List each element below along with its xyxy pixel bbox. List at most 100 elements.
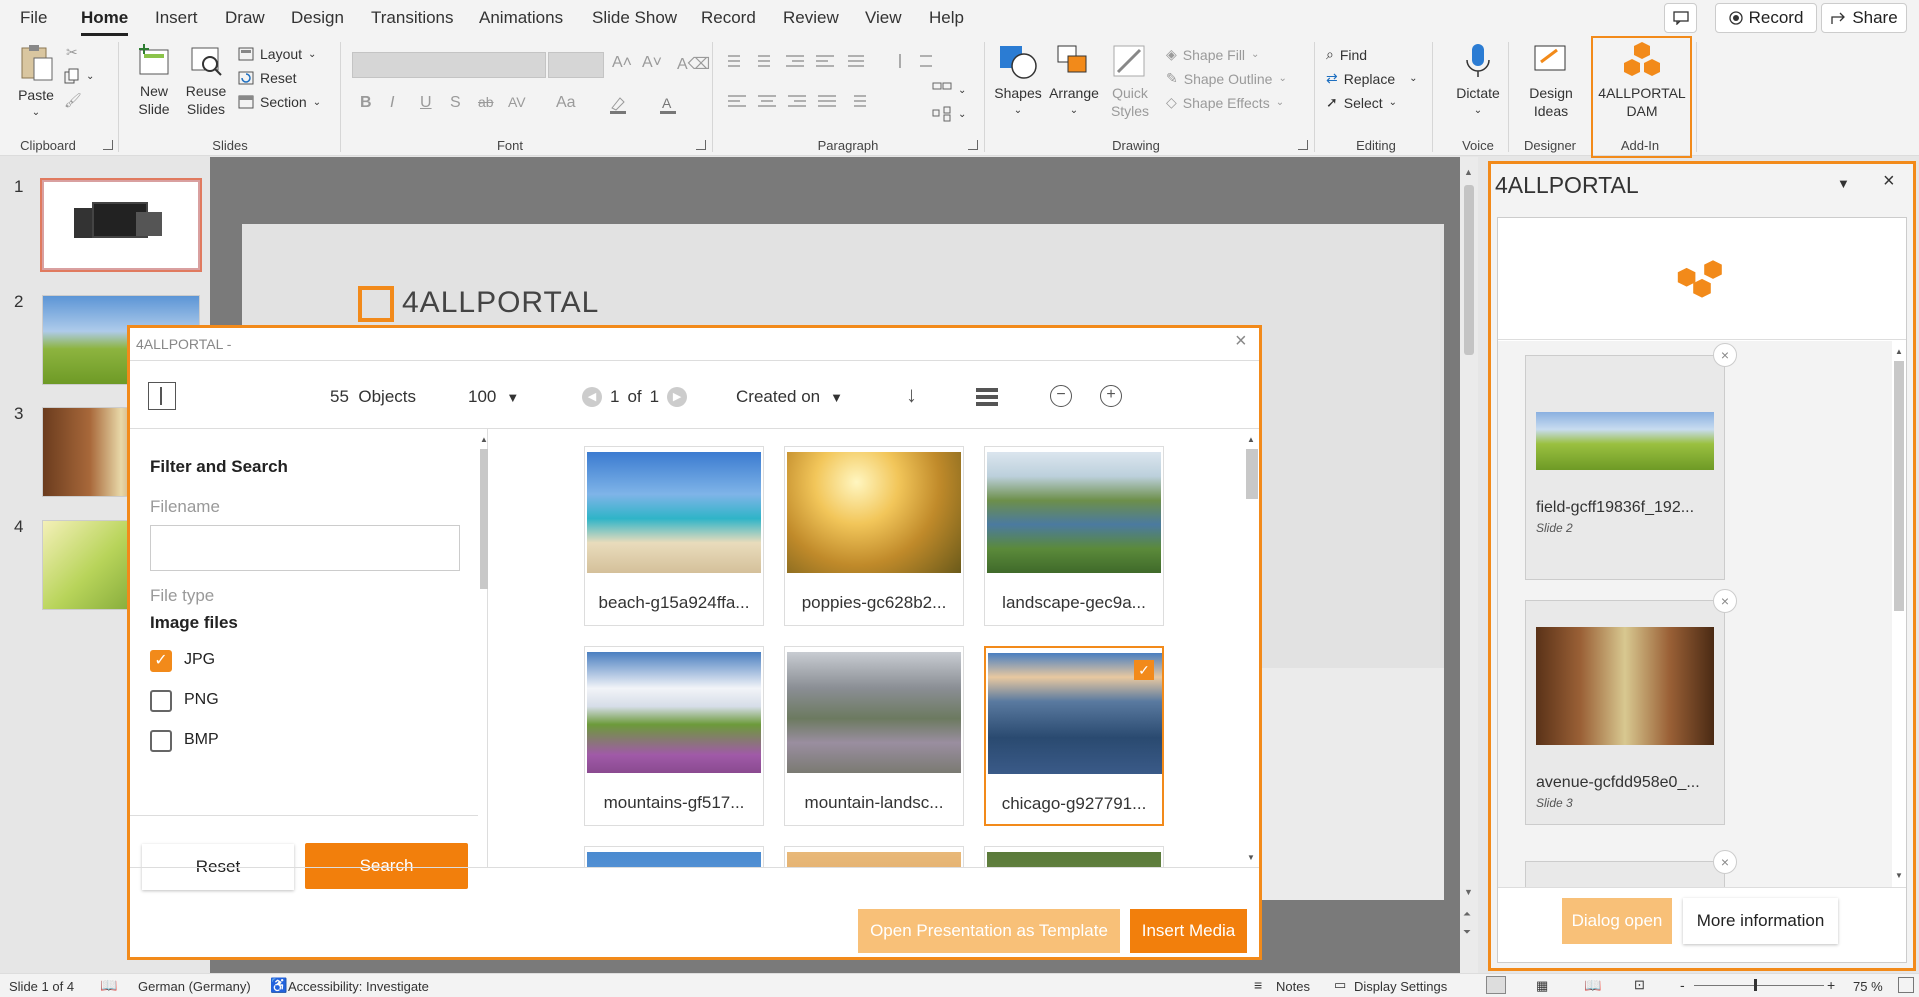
scrollbar-thumb[interactable] — [1894, 361, 1904, 611]
increase-font-button[interactable]: A˄ — [612, 54, 632, 72]
pane-scrollbar[interactable]: ▲ ▼ — [1892, 341, 1906, 887]
next-slide-icon[interactable]: ⏷ — [1463, 927, 1471, 938]
highlight-button[interactable] — [608, 94, 628, 114]
media-card-mountain-landscape[interactable]: mountain-landsc... — [784, 646, 964, 826]
remove-item-icon[interactable]: × — [1713, 850, 1737, 874]
reuse-slides-button[interactable]: Reuse Slides — [184, 42, 228, 118]
sidebar-toggle-icon[interactable] — [148, 382, 176, 410]
slide-sorter-icon[interactable]: ▦ — [1536, 978, 1548, 994]
dialog-close-icon[interactable]: × — [1235, 330, 1247, 353]
insert-media-button[interactable]: Insert Media — [1130, 909, 1247, 953]
find-button[interactable]: ⌕ Find — [1326, 46, 1367, 63]
shape-effects-button[interactable]: ◇ Shape Effects ⌄ — [1166, 94, 1284, 111]
pane-item-partial[interactable] — [1525, 861, 1725, 887]
tab-record[interactable]: Record — [701, 8, 756, 28]
character-spacing-button[interactable]: AV — [508, 94, 526, 110]
display-settings-button[interactable]: Display Settings — [1354, 979, 1447, 994]
tab-slide-show[interactable]: Slide Show — [592, 8, 677, 28]
format-painter-button[interactable]: 🖌 — [64, 92, 82, 109]
comments-button[interactable] — [1664, 3, 1697, 33]
zoom-out-icon[interactable]: − — [1050, 385, 1072, 407]
more-information-button[interactable]: More information — [1683, 898, 1838, 944]
decrease-font-button[interactable]: A˅ — [642, 54, 662, 72]
zoom-level[interactable]: 75 % — [1853, 979, 1883, 994]
pane-close-icon[interactable]: × — [1883, 170, 1895, 193]
pane-item-field[interactable]: field-gcff19836f_192... Slide 2 — [1525, 355, 1725, 580]
scroll-down-icon[interactable]: ▼ — [1247, 853, 1255, 862]
pane-options-icon[interactable]: ▼ — [1837, 176, 1850, 191]
tab-home[interactable]: Home — [81, 8, 129, 36]
share-button[interactable]: Share — [1821, 3, 1907, 33]
filename-input[interactable] — [150, 525, 460, 571]
media-card-partial[interactable] — [584, 846, 764, 867]
media-card-poppies[interactable]: poppies-gc628b2... — [784, 446, 964, 626]
scroll-down-icon[interactable]: ▼ — [1464, 887, 1473, 897]
zoom-plus-button[interactable]: + — [1827, 977, 1835, 993]
tab-insert[interactable]: Insert — [155, 8, 198, 28]
per-page-select[interactable]: 100 ▼ — [468, 387, 519, 407]
tab-design[interactable]: Design — [291, 8, 344, 28]
new-slide-button[interactable]: New Slide — [128, 42, 180, 118]
filter-scrollbar[interactable]: ▲ — [480, 429, 488, 867]
scrollbar-thumb[interactable] — [1464, 185, 1474, 355]
list-view-icon[interactable] — [976, 388, 998, 409]
replace-button[interactable]: ⇄ Replace ⌄ — [1326, 70, 1418, 87]
media-card-mountains[interactable]: mountains-gf517... — [584, 646, 764, 826]
tab-review[interactable]: Review — [783, 8, 839, 28]
font-size-dropdown[interactable] — [548, 52, 604, 78]
tab-transitions[interactable]: Transitions — [371, 8, 454, 28]
media-card-chicago[interactable]: ✓ chicago-g927791... — [984, 646, 1164, 826]
media-card-landscape[interactable]: landscape-gec9a... — [984, 446, 1164, 626]
tab-file[interactable]: File — [20, 8, 47, 28]
sort-direction-icon[interactable]: ↓ — [906, 382, 917, 408]
change-case-button[interactable]: Aa — [556, 94, 576, 112]
paste-button[interactable]: Paste ⌄ — [14, 42, 58, 122]
section-button[interactable]: Section ⌄ — [238, 94, 321, 110]
dictate-button[interactable]: Dictate ⌄ — [1446, 42, 1510, 120]
italic-button[interactable]: I — [390, 94, 394, 112]
scrollbar-thumb[interactable] — [480, 449, 488, 589]
media-card-partial[interactable] — [784, 846, 964, 867]
reading-view-icon[interactable]: 📖 — [1584, 977, 1601, 994]
png-checkbox[interactable] — [150, 690, 172, 712]
spelling-icon[interactable]: 📖 — [100, 977, 117, 994]
quick-styles-button[interactable]: Quick Styles — [1104, 42, 1156, 120]
shape-outline-button[interactable]: ✎ Shape Outline ⌄ — [1166, 70, 1287, 87]
font-launcher[interactable] — [696, 140, 706, 150]
font-color-button[interactable]: A — [658, 94, 678, 114]
open-template-button[interactable]: Open Presentation as Template — [858, 909, 1120, 953]
scroll-down-icon[interactable]: ▼ — [1895, 871, 1903, 880]
cut-button[interactable]: ✂ — [66, 44, 78, 61]
clear-format-button[interactable]: A⌫ — [677, 54, 710, 74]
slideshow-icon[interactable]: ⊡ — [1634, 977, 1645, 993]
zoom-in-icon[interactable]: + — [1100, 385, 1122, 407]
tab-view[interactable]: View — [865, 8, 902, 28]
notes-button[interactable]: Notes — [1276, 979, 1310, 994]
4allportal-dam-button[interactable]: 4ALLPORTAL DAM — [1595, 40, 1689, 120]
scrollbar-thumb[interactable] — [1246, 449, 1258, 499]
prev-slide-icon[interactable]: ⏶ — [1463, 909, 1471, 920]
drawing-launcher[interactable] — [1298, 140, 1308, 150]
jpg-checkbox[interactable]: ✓ — [150, 650, 172, 672]
tab-draw[interactable]: Draw — [225, 8, 265, 28]
layout-button[interactable]: Layout ⌄ — [238, 46, 316, 62]
grid-scrollbar[interactable]: ▲ ▼ — [1244, 429, 1258, 867]
smartart-button[interactable]: ⌄ — [932, 82, 966, 98]
zoom-minus-button[interactable]: - — [1680, 977, 1685, 993]
accessibility-status[interactable]: Accessibility: Investigate — [288, 979, 429, 994]
editor-scrollbar[interactable]: ▲ ▼ ⏶ ⏷ — [1460, 157, 1478, 973]
design-ideas-button[interactable]: Design Ideas — [1518, 42, 1584, 120]
prev-page-icon[interactable]: ◀ — [582, 387, 602, 407]
underline-button[interactable]: U — [420, 94, 432, 112]
paragraph-launcher[interactable] — [968, 140, 978, 150]
record-button[interactable]: Record — [1715, 3, 1817, 33]
fit-to-window-icon[interactable] — [1898, 977, 1914, 993]
search-button[interactable]: Search — [305, 843, 468, 889]
sort-select[interactable]: Created on ▼ — [736, 387, 843, 407]
scroll-up-icon[interactable]: ▲ — [1247, 435, 1258, 444]
clipboard-launcher[interactable] — [103, 140, 113, 150]
arrange-button[interactable]: Arrange ⌄ — [1048, 42, 1100, 120]
zoom-slider-thumb[interactable] — [1754, 979, 1757, 991]
language-status[interactable]: German (Germany) — [138, 979, 251, 994]
next-page-icon[interactable]: ▶ — [667, 387, 688, 407]
